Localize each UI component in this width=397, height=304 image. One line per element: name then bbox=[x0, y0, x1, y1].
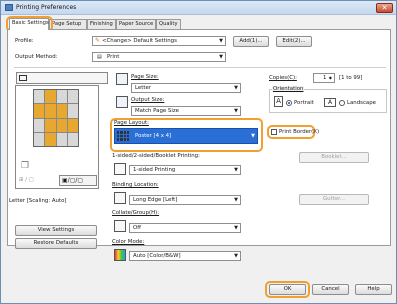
separator bbox=[14, 67, 386, 68]
help-button[interactable]: Help bbox=[355, 284, 392, 295]
output-size-value: Match Page Size bbox=[135, 108, 179, 114]
preview-frame bbox=[16, 72, 108, 84]
tab-quality[interactable]: Quality bbox=[156, 19, 181, 29]
sided-label: 1-sided/2-sided/Booklet Printing: bbox=[112, 153, 200, 159]
view-settings-button[interactable]: View Settings bbox=[15, 225, 97, 236]
chevron-down-icon: ▼ bbox=[234, 253, 238, 259]
restore-defaults-button[interactable]: Restore Defaults bbox=[15, 238, 97, 249]
color-icon: ▣/▢/▢ bbox=[62, 177, 84, 184]
chevron-down-icon: ▼ bbox=[219, 54, 223, 60]
edit-profile-button[interactable]: Edit(2)... bbox=[276, 36, 312, 47]
sided-select[interactable]: 1-sided Printing ▼ bbox=[129, 165, 241, 175]
color-mode-icon bbox=[114, 249, 126, 261]
printer-icon bbox=[5, 4, 13, 11]
preview-mode-icon[interactable] bbox=[19, 75, 27, 81]
copies-stepper[interactable]: 1 ◆ bbox=[313, 73, 335, 83]
chevron-down-icon: ▼ bbox=[251, 133, 255, 139]
poster-preview-grid bbox=[33, 89, 79, 147]
chevron-down-icon: ▼ bbox=[234, 85, 238, 91]
landscape-radio[interactable] bbox=[339, 100, 345, 106]
collate-select[interactable]: Off ▼ bbox=[129, 223, 241, 233]
binding-icon bbox=[114, 192, 126, 204]
binding-label: Binding Location: bbox=[112, 182, 159, 188]
sided-icon bbox=[114, 163, 126, 175]
portrait-radio[interactable] bbox=[286, 100, 292, 106]
color-mode-value: Auto [Color/B&W] bbox=[133, 253, 181, 259]
color-mode-select[interactable]: Auto [Color/B&W] ▼ bbox=[129, 251, 241, 261]
landscape-label: Landscape bbox=[347, 100, 376, 106]
page-layout-label: Page Layout: bbox=[114, 120, 149, 126]
spin-arrows-icon[interactable]: ◆ bbox=[329, 75, 332, 80]
poster-layout-icon bbox=[117, 131, 129, 141]
orientation-toggle-icons[interactable]: ⊞ / ▢ bbox=[19, 177, 34, 183]
collate-value: Off bbox=[133, 225, 141, 231]
cancel-button[interactable]: Cancel bbox=[312, 284, 349, 295]
output-size-icon bbox=[116, 96, 128, 108]
collate-label: Collate/Group(H): bbox=[112, 210, 160, 216]
chevron-down-icon: ▼ bbox=[234, 197, 238, 203]
chevron-down-icon: ▼ bbox=[234, 167, 238, 173]
window-title: Printing Preferences bbox=[16, 4, 77, 11]
title-bar: Printing Preferences ✕ bbox=[1, 1, 396, 15]
print-border-checkbox[interactable] bbox=[271, 129, 277, 135]
document-stack-icon: ❐ bbox=[21, 161, 30, 171]
copies-value: 1 bbox=[323, 75, 327, 81]
binding-select[interactable]: Long Edge [Left] ▼ bbox=[129, 195, 241, 205]
gutter-button[interactable]: Gutter... bbox=[299, 194, 369, 205]
page-size-label: Page Size: bbox=[131, 74, 159, 80]
binding-value: Long Edge [Left] bbox=[133, 197, 178, 203]
collate-icon bbox=[114, 220, 126, 232]
copies-label: Copies(C): bbox=[269, 75, 297, 81]
add-profile-button[interactable]: Add(1)... bbox=[233, 36, 269, 47]
ok-button[interactable]: OK bbox=[269, 284, 306, 295]
print-border-label: Print Border(X) bbox=[279, 129, 320, 135]
chevron-down-icon: ▼ bbox=[234, 225, 238, 231]
tab-finishing[interactable]: Finishing bbox=[87, 19, 116, 29]
chevron-down-icon: ▼ bbox=[219, 38, 223, 44]
sided-value: 1-sided Printing bbox=[133, 167, 176, 173]
pencil-icon: ✎ bbox=[95, 37, 101, 44]
tab-basic-settings[interactable]: Basic Settings bbox=[9, 18, 49, 30]
page-size-value: Letter bbox=[135, 85, 151, 91]
printing-preferences-window: Printing Preferences ✕ Basic Settings Pa… bbox=[0, 0, 397, 304]
page-layout-value: Poster [4 x 4] bbox=[135, 133, 172, 139]
profile-select[interactable]: <Change> Default Settings ▼ bbox=[92, 36, 226, 46]
portrait-page-icon: A bbox=[274, 96, 283, 107]
output-method-label: Output Method: bbox=[15, 54, 58, 60]
profile-value: <Change> Default Settings bbox=[102, 38, 177, 44]
landscape-page-icon: A bbox=[324, 98, 336, 107]
tab-page-setup[interactable]: Page Setup bbox=[49, 19, 87, 29]
orientation-label: Orientation bbox=[272, 86, 305, 92]
page-size-select[interactable]: Letter ▼ bbox=[131, 83, 241, 93]
close-button[interactable]: ✕ bbox=[376, 3, 393, 13]
color-toggle-icons[interactable]: ▣/▢/▢ bbox=[59, 175, 97, 186]
output-size-select[interactable]: Match Page Size ▼ bbox=[131, 106, 241, 116]
chevron-down-icon: ▼ bbox=[234, 108, 238, 114]
copies-range: [1 to 99] bbox=[339, 75, 363, 81]
profile-label: Profile: bbox=[15, 38, 34, 44]
page-layout-select[interactable]: Poster [4 x 4] ▼ bbox=[114, 128, 258, 144]
output-method-select[interactable]: Print ▼ bbox=[92, 52, 226, 62]
preview-caption: Letter [Scaling: Auto] bbox=[9, 198, 67, 204]
tab-paper-source[interactable]: Paper Source bbox=[116, 19, 156, 29]
printer-small-icon: ▤ bbox=[97, 54, 102, 60]
portrait-label: Portrait bbox=[294, 100, 314, 106]
booklet-button[interactable]: Booklet... bbox=[299, 152, 369, 163]
color-mode-label: Color Mode: bbox=[112, 239, 145, 245]
output-method-value: Print bbox=[107, 54, 120, 60]
output-size-label: Output Size: bbox=[131, 97, 165, 103]
page-size-icon bbox=[116, 73, 128, 85]
